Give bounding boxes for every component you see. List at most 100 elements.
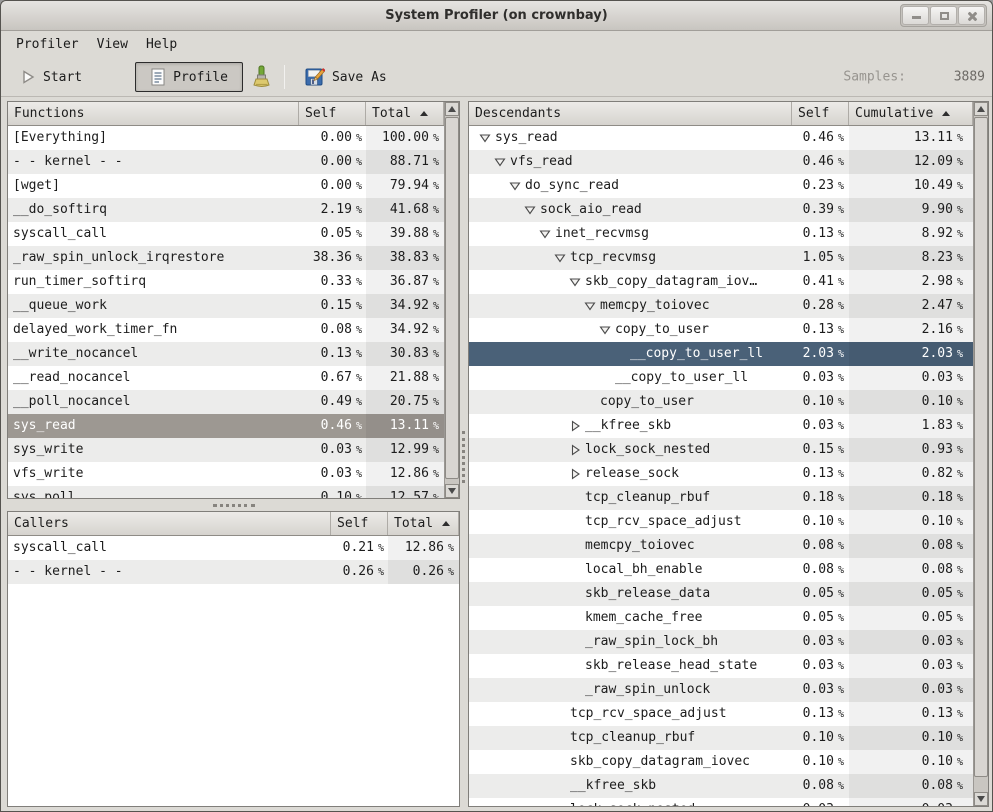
save-as-button-label: Save As: [332, 70, 387, 85]
tree-row[interactable]: tcp_cleanup_rbuf0.18%0.18%: [469, 486, 973, 510]
maximize-button[interactable]: [930, 6, 957, 25]
tree-expander-collapsed-icon[interactable]: [569, 420, 585, 432]
tree-expander-open-icon[interactable]: [599, 324, 615, 336]
column-header-self[interactable]: Self: [331, 512, 388, 535]
percent-value: 0.00: [321, 154, 352, 169]
scroll-down-button[interactable]: [974, 792, 988, 806]
scrollbar-thumb[interactable]: [445, 117, 459, 479]
table-row[interactable]: __read_nocancel0.67%21.88%: [8, 366, 444, 390]
table-row[interactable]: sys_poll0.10%12.57%: [8, 486, 444, 498]
maximize-icon: [940, 12, 949, 20]
column-header-functions[interactable]: Functions: [8, 102, 299, 125]
table-row[interactable]: __do_softirq2.19%41.68%: [8, 198, 444, 222]
column-header-cumulative[interactable]: Cumulative: [849, 102, 973, 125]
descendant-name-cell: tcp_rcv_space_adjust: [469, 510, 792, 534]
table-row[interactable]: [wget]0.00%79.94%: [8, 174, 444, 198]
tree-row[interactable]: kmem_cache_free0.05%0.05%: [469, 606, 973, 630]
tree-row[interactable]: do_sync_read0.23%10.49%: [469, 174, 973, 198]
column-header-self[interactable]: Self: [299, 102, 366, 125]
table-row[interactable]: __poll_nocancel0.49%20.75%: [8, 390, 444, 414]
start-button[interactable]: Start: [9, 63, 93, 91]
tree-row[interactable]: tcp_cleanup_rbuf0.10%0.10%: [469, 726, 973, 750]
tree-row[interactable]: vfs_read0.46%12.09%: [469, 150, 973, 174]
tree-row[interactable]: skb_release_head_state0.03%0.03%: [469, 654, 973, 678]
table-row[interactable]: - - kernel - -0.26%0.26%: [8, 560, 459, 584]
value-cell: 13.11%: [849, 126, 973, 150]
minimize-button[interactable]: [902, 6, 929, 25]
tree-row[interactable]: _raw_spin_lock_bh0.03%0.03%: [469, 630, 973, 654]
tree-expander-open-icon[interactable]: [584, 300, 600, 312]
table-row[interactable]: run_timer_softirq0.33%36.87%: [8, 270, 444, 294]
column-header-total[interactable]: Total: [388, 512, 459, 535]
percent-value: 0.10: [803, 514, 834, 529]
tree-row[interactable]: _raw_spin_unlock0.03%0.03%: [469, 678, 973, 702]
table-row[interactable]: syscall_call0.05%39.88%: [8, 222, 444, 246]
descendants-scrollbar[interactable]: [973, 102, 988, 806]
tree-row[interactable]: copy_to_user0.10%0.10%: [469, 390, 973, 414]
table-row[interactable]: syscall_call0.21%12.86%: [8, 536, 459, 560]
save-as-button[interactable]: Save As: [294, 61, 398, 93]
brush-button[interactable]: [245, 60, 277, 94]
tree-row[interactable]: __copy_to_user_ll0.03%0.03%: [469, 366, 973, 390]
tree-row[interactable]: sys_read0.46%13.11%: [469, 126, 973, 150]
scroll-down-button[interactable]: [445, 484, 459, 498]
tree-row[interactable]: memcpy_toiovec0.28%2.47%: [469, 294, 973, 318]
table-row[interactable]: sys_write0.03%12.99%: [8, 438, 444, 462]
table-row[interactable]: vfs_write0.03%12.86%: [8, 462, 444, 486]
tree-expander-open-icon[interactable]: [479, 132, 495, 144]
table-row[interactable]: - - kernel - -0.00%88.71%: [8, 150, 444, 174]
tree-expander-open-icon[interactable]: [509, 180, 525, 192]
menu-profiler[interactable]: Profiler: [7, 33, 88, 56]
column-header-callers[interactable]: Callers: [8, 512, 331, 535]
table-row[interactable]: _raw_spin_unlock_irqrestore38.36%38.83%: [8, 246, 444, 270]
tree-row[interactable]: skb_copy_datagram_iov…0.41%2.98%: [469, 270, 973, 294]
table-row[interactable]: __write_nocancel0.13%30.83%: [8, 342, 444, 366]
scroll-up-button[interactable]: [974, 102, 988, 116]
table-row[interactable]: sys_read0.46%13.11%: [8, 414, 444, 438]
titlebar[interactable]: System Profiler (on crownbay): [1, 1, 992, 31]
tree-row[interactable]: __kfree_skb0.08%0.08%: [469, 774, 973, 798]
tree-row[interactable]: __copy_to_user_ll2.03%2.03%: [469, 342, 973, 366]
table-row[interactable]: [Everything]0.00%100.00%: [8, 126, 444, 150]
tree-expander-open-icon[interactable]: [524, 204, 540, 216]
tree-row[interactable]: inet_recvmsg0.13%8.92%: [469, 222, 973, 246]
scroll-up-button[interactable]: [445, 102, 459, 116]
tree-row[interactable]: sock_aio_read0.39%9.90%: [469, 198, 973, 222]
functions-list: [Everything]0.00%100.00%- - kernel - -0.…: [8, 126, 444, 498]
horizontal-pane-splitter[interactable]: [213, 504, 255, 508]
tree-row[interactable]: tcp_rcv_space_adjust0.13%0.13%: [469, 702, 973, 726]
percent-sign: %: [356, 301, 362, 312]
vertical-pane-splitter[interactable]: [462, 431, 466, 483]
column-header-self[interactable]: Self: [792, 102, 849, 125]
column-header-descendants[interactable]: Descendants: [469, 102, 792, 125]
tree-row[interactable]: memcpy_toiovec0.08%0.08%: [469, 534, 973, 558]
tree-row[interactable]: skb_copy_datagram_iovec0.10%0.10%: [469, 750, 973, 774]
tree-row[interactable]: lock_sock_nested0.15%0.93%: [469, 438, 973, 462]
table-row[interactable]: delayed_work_timer_fn0.08%34.92%: [8, 318, 444, 342]
tree-row[interactable]: tcp_recvmsg1.05%8.23%: [469, 246, 973, 270]
close-button[interactable]: [958, 6, 985, 25]
tree-row[interactable]: copy_to_user0.13%2.16%: [469, 318, 973, 342]
tree-expander-open-icon[interactable]: [494, 156, 510, 168]
tree-row[interactable]: lock_sock_nested0.03%0.03%: [469, 798, 973, 806]
tree-row[interactable]: local_bh_enable0.08%0.08%: [469, 558, 973, 582]
tree-expander-open-icon[interactable]: [539, 228, 555, 240]
tree-expander-open-icon[interactable]: [554, 252, 570, 264]
function-name: _raw_spin_lock_bh: [585, 634, 718, 649]
menu-help[interactable]: Help: [137, 33, 186, 56]
table-row[interactable]: __queue_work0.15%34.92%: [8, 294, 444, 318]
tree-expander-collapsed-icon[interactable]: [569, 444, 585, 456]
tree-row[interactable]: __kfree_skb0.03%1.83%: [469, 414, 973, 438]
tree-row[interactable]: release_sock0.13%0.82%: [469, 462, 973, 486]
tree-expander-open-icon[interactable]: [569, 276, 585, 288]
tree-row[interactable]: tcp_rcv_space_adjust0.10%0.10%: [469, 510, 973, 534]
percent-sign: %: [838, 781, 844, 792]
descendant-name-cell: memcpy_toiovec: [469, 534, 792, 558]
profile-button[interactable]: Profile: [135, 62, 243, 92]
menu-view[interactable]: View: [88, 33, 137, 56]
tree-expander-collapsed-icon[interactable]: [569, 468, 585, 480]
scrollbar-thumb[interactable]: [974, 117, 988, 777]
column-header-total[interactable]: Total: [366, 102, 444, 125]
functions-scrollbar[interactable]: [444, 102, 459, 498]
tree-row[interactable]: skb_release_data0.05%0.05%: [469, 582, 973, 606]
